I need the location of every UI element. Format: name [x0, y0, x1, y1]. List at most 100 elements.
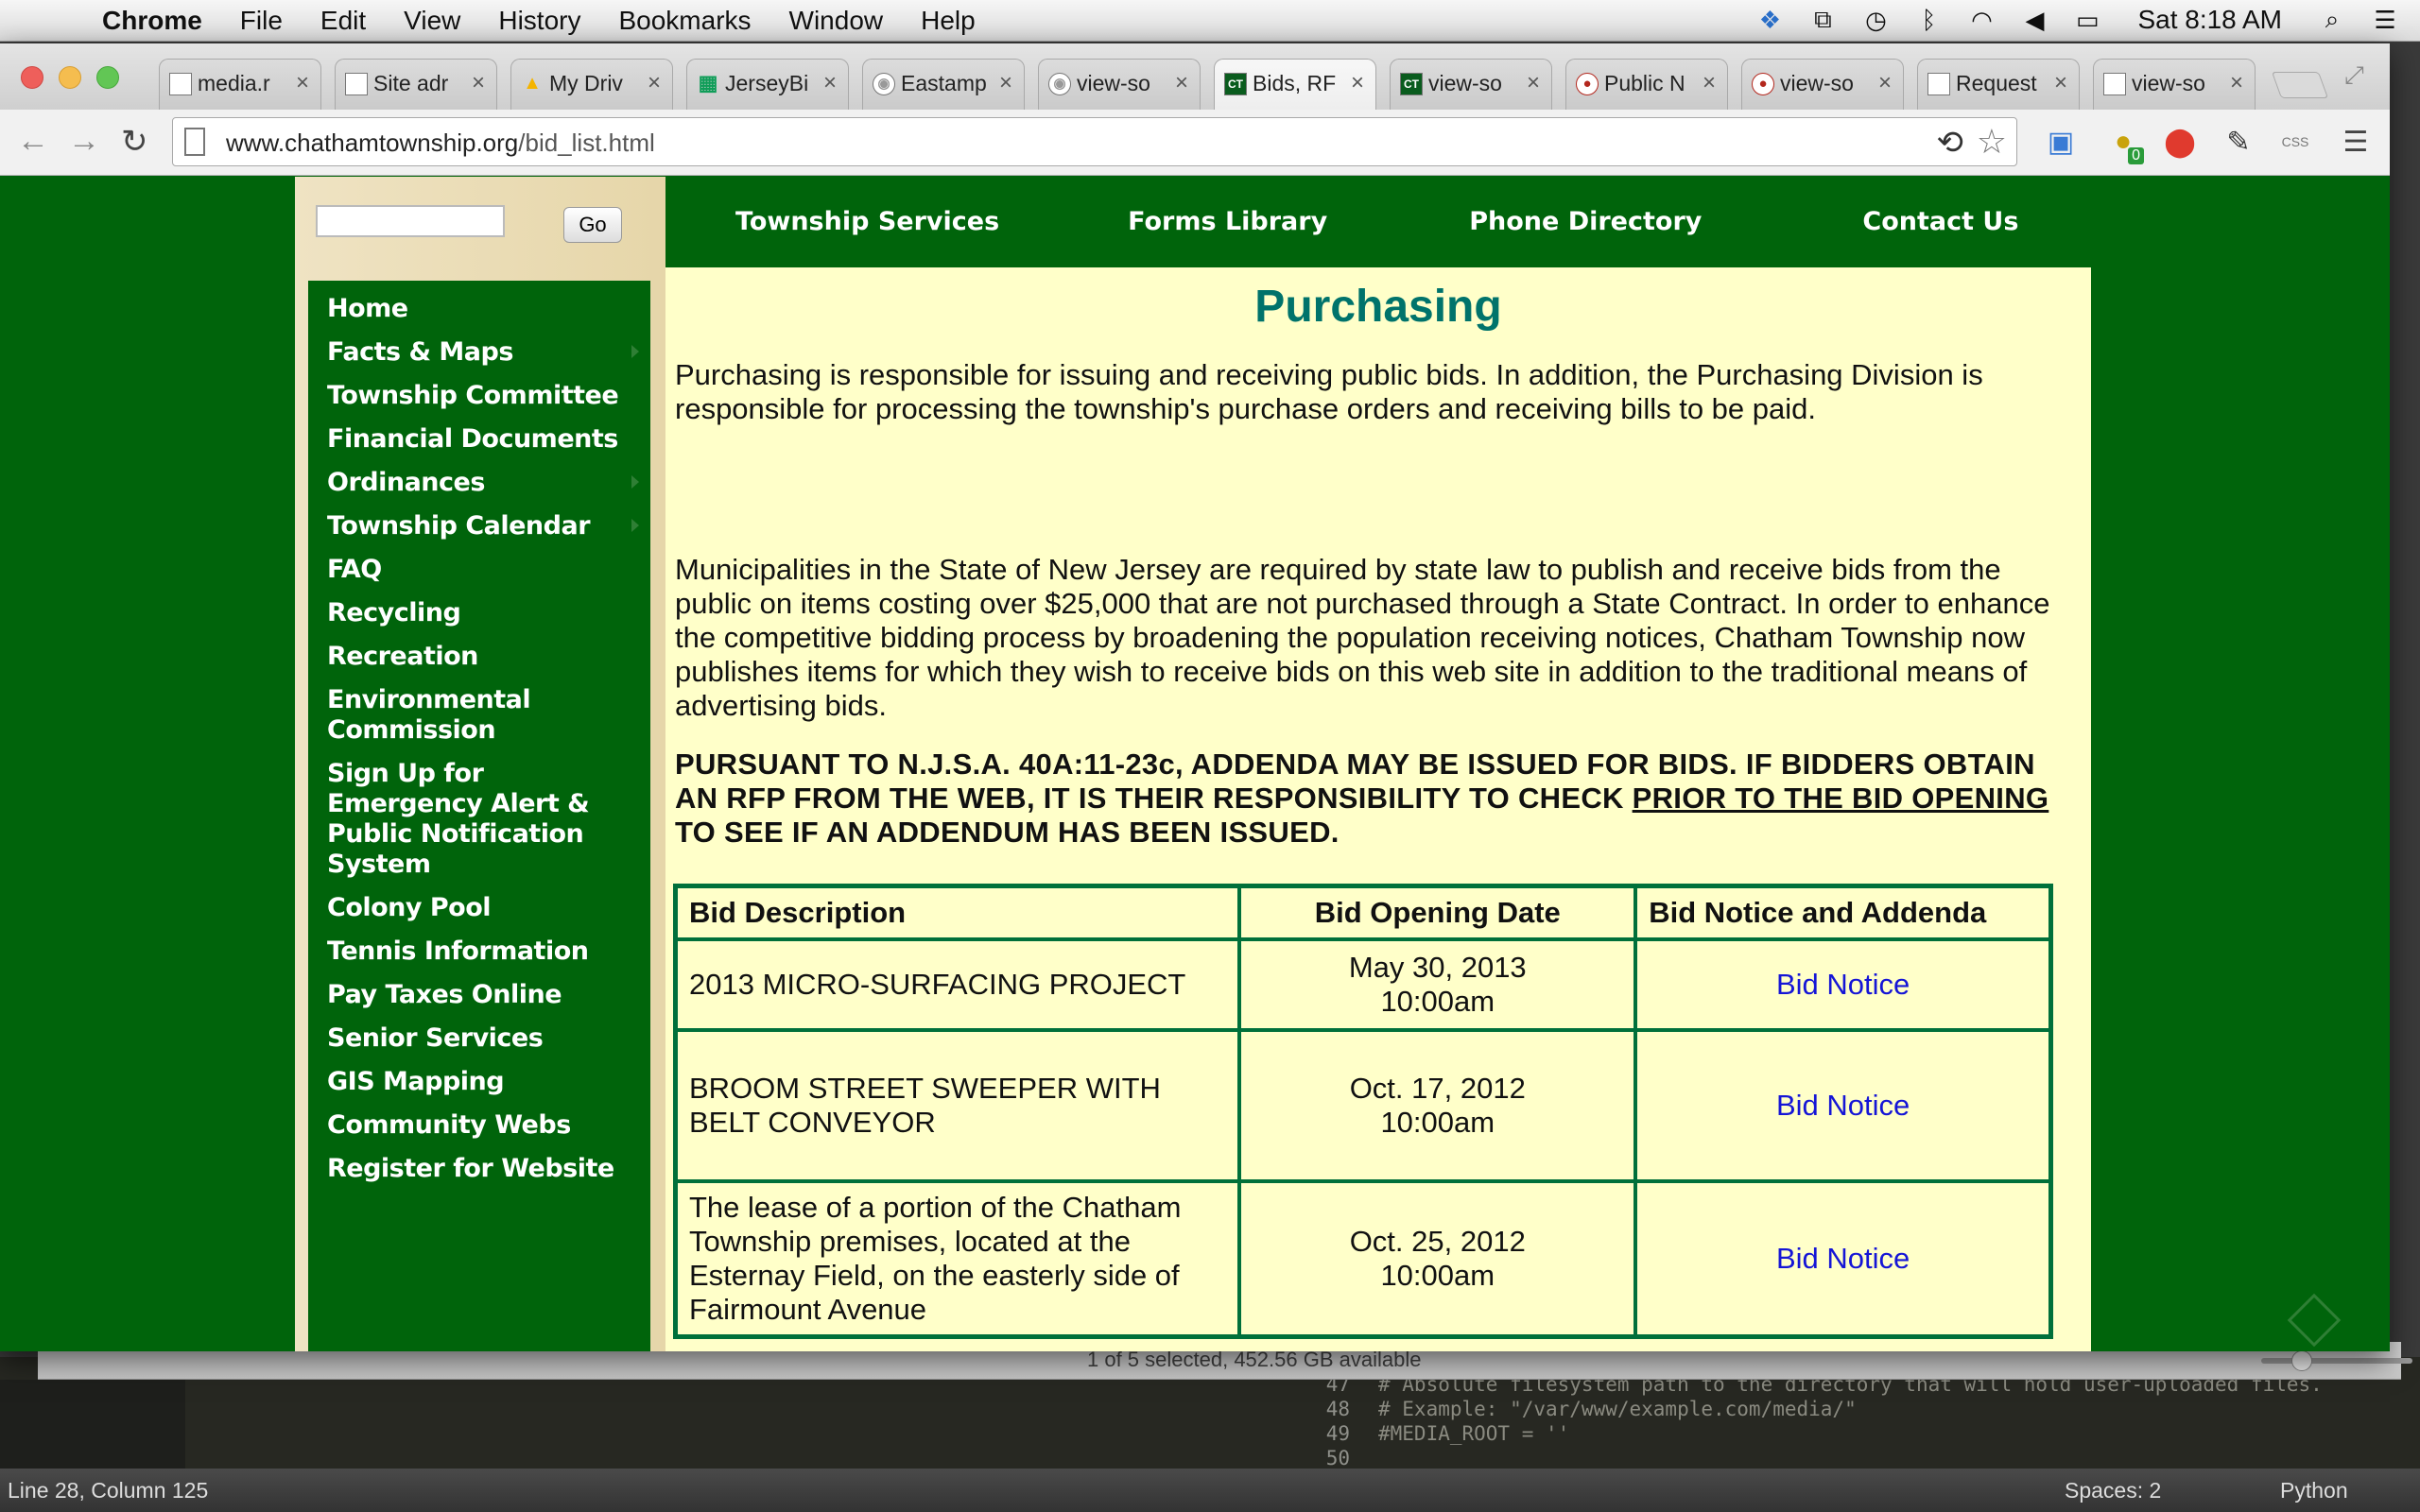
dropbox-icon[interactable]: ❖ [1754, 4, 1786, 36]
tab-title: view-so [1428, 71, 1502, 95]
close-window-button[interactable] [21, 66, 43, 89]
browser-tab[interactable]: ▦ JerseyBi × [686, 59, 849, 110]
close-tab-icon[interactable]: × [1175, 70, 1188, 96]
bluetooth-icon[interactable]: ᛒ [1912, 4, 1945, 36]
leftnav-item-recreation[interactable]: Recreation [308, 628, 650, 672]
topnav-forms-library[interactable]: Forms Library [1128, 177, 1327, 267]
search-icon[interactable]: ⌕ [2316, 4, 2348, 36]
new-tab-button[interactable] [2271, 72, 2329, 98]
leftnav-item-senior-services[interactable]: Senior Services [308, 1010, 650, 1054]
leftnav-item-facts-maps[interactable]: Facts & Maps [308, 324, 650, 368]
site-search-input[interactable] [316, 205, 505, 237]
medal-extension-icon[interactable]: ● 0 [2102, 121, 2144, 164]
menu-history[interactable]: History [498, 6, 580, 36]
battery-icon[interactable]: ▭ [2071, 4, 2103, 36]
table-row: The lease of a portion of the Chatham To… [676, 1181, 2050, 1336]
menu-file[interactable]: File [240, 6, 283, 36]
close-tab-icon[interactable]: × [1351, 70, 1364, 96]
leftnav-item-label: FAQ [327, 555, 382, 584]
menu-window[interactable]: Window [789, 6, 884, 36]
refresh-extension-icon[interactable]: ⟲ [1937, 124, 1964, 162]
close-tab-icon[interactable]: × [823, 70, 837, 96]
forward-button[interactable]: → [68, 123, 100, 160]
slider-knob[interactable] [2291, 1350, 2312, 1371]
css-extension-icon[interactable]: CSS [2274, 121, 2316, 163]
wifi-icon[interactable]: ◠ [1965, 4, 1997, 36]
leftnav-item-faq[interactable]: FAQ [308, 541, 650, 585]
eyedropper-extension-icon[interactable]: ✎ [2218, 121, 2259, 163]
leftnav-item-home[interactable]: Home [308, 281, 650, 324]
bid-notice-link[interactable]: Bid Notice [1776, 968, 1910, 1001]
menu-clock[interactable]: Sat 8:18 AM [2137, 5, 2282, 35]
copy-icon[interactable]: ⧉ [1806, 4, 1839, 36]
window-extension-icon[interactable]: ▣ [2040, 121, 2082, 163]
leftnav-item-pay-taxes-online[interactable]: Pay Taxes Online [308, 967, 650, 1010]
browser-tab[interactable]: CT Bids, RF × [1214, 59, 1376, 110]
bid-notice-link[interactable]: Bid Notice [1776, 1242, 1910, 1275]
minimize-window-button[interactable] [59, 66, 81, 89]
close-tab-icon[interactable]: × [1527, 70, 1540, 96]
leftnav-item-gis-mapping[interactable]: GIS Mapping [308, 1054, 650, 1097]
indent-setting[interactable]: Spaces: 2 [2065, 1478, 2161, 1503]
browser-tab[interactable]: media.r × [159, 59, 321, 110]
volume-icon[interactable]: ◀ [2018, 4, 2050, 36]
url-text[interactable]: www.chathamtownship.org/bid_list.html [226, 129, 655, 158]
bids-paragraph: Municipalities in the State of New Jerse… [675, 553, 2050, 722]
zoom-window-button[interactable] [96, 66, 119, 89]
leftnav-item-ordinances[interactable]: Ordinances [308, 455, 650, 498]
bid-opening-date: May 30, 2013 10:00am [1239, 939, 1636, 1030]
close-tab-icon[interactable]: × [296, 70, 309, 96]
code-lines[interactable]: 47 # Absolute filesystem path to the dire… [1295, 1372, 2323, 1470]
leftnav-item-tennis-information[interactable]: Tennis Information [308, 923, 650, 967]
leftnav-item-financial-documents[interactable]: Financial Documents [308, 411, 650, 455]
leftnav-item-recycling[interactable]: Recycling [308, 585, 650, 628]
list-icon[interactable]: ☰ [2369, 4, 2401, 36]
leftnav-item-sign-up-for-emergency-alert-public-notification-system[interactable]: Sign Up for Emergency Alert & Public Not… [308, 746, 650, 880]
leftnav-item-township-committee[interactable]: Township Committee [308, 368, 650, 411]
time-machine-icon[interactable]: ◷ [1859, 4, 1892, 36]
menu-app-name[interactable]: Chrome [102, 6, 202, 36]
address-bar[interactable]: www.chathamtownship.org/bid_list.html ⟲ … [172, 117, 2017, 166]
menu-help[interactable]: Help [921, 6, 976, 36]
close-tab-icon[interactable]: × [999, 70, 1012, 96]
syntax-setting[interactable]: Python [2280, 1478, 2348, 1503]
leftnav-item-township-calendar[interactable]: Township Calendar [308, 498, 650, 541]
menu-bookmarks[interactable]: Bookmarks [618, 6, 751, 36]
leftnav-item-register-for-website[interactable]: Register for Website [308, 1141, 650, 1184]
browser-tab[interactable]: ● Public N × [1565, 59, 1728, 110]
topnav-township-services[interactable]: Township Services [735, 177, 999, 267]
stop-extension-icon[interactable]: ⬤ [2159, 121, 2201, 163]
leftnav-item-community-webs[interactable]: Community Webs [308, 1097, 650, 1141]
browser-tab[interactable]: ● view-so × [1741, 59, 1904, 110]
topnav-phone-directory[interactable]: Phone Directory [1469, 177, 1702, 267]
close-tab-icon[interactable]: × [1703, 70, 1716, 96]
icon-size-slider[interactable] [2261, 1358, 2412, 1364]
close-tab-icon[interactable]: × [2230, 70, 2243, 96]
menu-edit[interactable]: Edit [320, 6, 366, 36]
search-go-button[interactable]: Go [563, 207, 622, 243]
browser-tab[interactable]: Site adr × [335, 59, 497, 110]
fullscreen-icon[interactable]: ⤢ [2344, 60, 2364, 91]
browser-tab[interactable]: ◉ view-so × [1038, 59, 1201, 110]
close-tab-icon[interactable]: × [2054, 70, 2067, 96]
browser-tab[interactable]: view-so × [2093, 59, 2256, 110]
browser-tab[interactable]: ◉ Eastamp × [862, 59, 1025, 110]
close-tab-icon[interactable]: × [472, 70, 485, 96]
globe-icon: ◉ [873, 73, 895, 95]
chrome-menu-icon[interactable]: ☰ [2335, 121, 2377, 163]
leftnav-item-environmental-commission[interactable]: Environmental Commission [308, 672, 650, 746]
topnav-contact-us[interactable]: Contact Us [1862, 177, 2018, 267]
bookmark-star-icon[interactable]: ☆ [1977, 122, 2007, 162]
browser-tab[interactable]: Request × [1917, 59, 2080, 110]
menu-view[interactable]: View [404, 6, 460, 36]
reload-button[interactable]: ↻ [121, 123, 148, 161]
back-button[interactable]: ← [17, 123, 49, 160]
close-tab-icon[interactable]: × [1878, 70, 1892, 96]
leftnav-item-colony-pool[interactable]: Colony Pool [308, 880, 650, 923]
cursor-position: Line 28, Column 125 [8, 1478, 209, 1503]
browser-tab[interactable]: ▲ My Driv × [510, 59, 673, 110]
bid-notice-link[interactable]: Bid Notice [1776, 1089, 1910, 1122]
feedback-icon[interactable] [2287, 1293, 2342, 1348]
browser-tab[interactable]: CT view-so × [1390, 59, 1552, 110]
close-tab-icon[interactable]: × [648, 70, 661, 96]
